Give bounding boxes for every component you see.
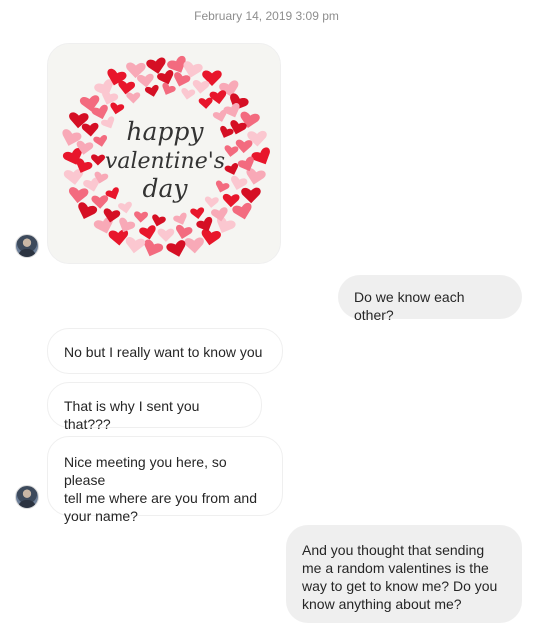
message-text: Do we know each other? <box>354 289 465 323</box>
incoming-message-bubble[interactable]: No but I really want to know you <box>47 328 283 374</box>
outgoing-message-bubble[interactable]: And you thought that sending me a random… <box>286 525 522 623</box>
outgoing-message-bubble[interactable]: Do we know each other? <box>338 275 522 323</box>
message-text: That is why I sent you that??? <box>64 398 200 432</box>
incoming-message-bubble[interactable]: That is why I sent you that??? <box>47 382 262 432</box>
card-text-happy: happy <box>126 117 204 146</box>
valentine-card-image: happy valentine's day <box>48 44 280 263</box>
message-text: Nice meeting you here, so please tell me… <box>64 454 257 524</box>
image-message[interactable]: happy valentine's day <box>47 43 281 264</box>
message-timestamp: February 14, 2019 3:09 pm <box>194 9 339 23</box>
card-text-valentines: valentine's <box>105 149 225 174</box>
sender-avatar-top[interactable] <box>15 234 39 258</box>
card-text-day: day <box>142 174 188 203</box>
sender-avatar-bottom[interactable] <box>15 485 39 509</box>
message-text: And you thought that sending me a random… <box>302 542 498 612</box>
message-text: No but I really want to know you <box>64 344 263 360</box>
incoming-message-bubble[interactable]: Nice meeting you here, so please tell me… <box>47 436 283 524</box>
